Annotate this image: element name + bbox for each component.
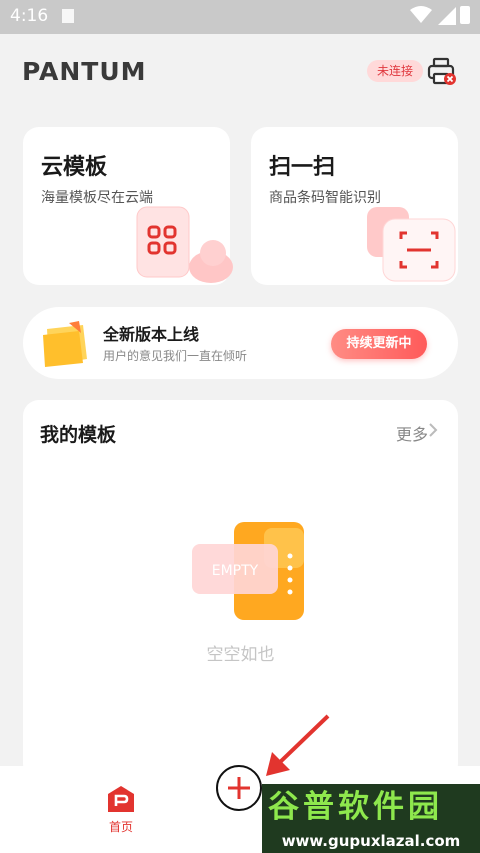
update-status-button[interactable]: 持续更新中 [331,329,427,359]
tab-home[interactable]: 首页 [100,784,142,836]
empty-illustration: EMPTY [192,522,304,620]
wifi-icon [410,6,432,23]
empty-badge-text: EMPTY [212,563,259,579]
scan-subtitle: 商品条码智能识别 [269,190,381,206]
notification-icon [62,9,74,23]
cloud-template-subtitle: 海量模板尽在云端 [41,190,153,206]
banner-title: 全新版本上线 [103,325,200,344]
plus-icon [228,777,250,799]
home-icon [108,786,134,812]
cloud-template-card[interactable]: 云模板 海量模板尽在云端 [23,127,233,285]
watermark: 谷普软件园 www.gupuxlazal.com [262,784,480,853]
scan-card[interactable]: 扫一扫 商品条码智能识别 [251,127,458,285]
more-link[interactable]: 更多 [396,421,428,445]
logo-text: PANTUM [22,58,147,84]
status-time: 4:16 [10,6,49,26]
banner-subtitle: 用户的意见我们一直在倾听 [103,349,248,363]
my-templates-section: 我的模板 更多 EMPTY 空空如也 [23,400,458,780]
battery-icon [460,6,470,24]
cloud-template-title: 云模板 [41,155,108,180]
scan-title: 扫一扫 [269,155,336,180]
pantum-logo: PANTUM [22,58,147,84]
grid-icon [136,206,233,283]
empty-state-text: 空空如也 [206,645,275,665]
signal-icon [438,7,456,25]
scan-icon [367,207,456,282]
add-button[interactable] [216,765,262,811]
connection-status-badge[interactable]: 未连接 [367,60,423,82]
watermark-url: www.gupuxlazal.com [262,830,480,853]
my-templates-title: 我的模板 [40,424,117,446]
watermark-title: 谷普软件园 [262,784,480,830]
tab-home-label: 首页 [108,820,133,834]
sticky-note-icon [43,321,87,367]
chevron-right-icon[interactable] [426,422,440,438]
annotation-arrow [266,714,330,776]
status-bar: 4:16 [0,0,480,34]
update-banner[interactable]: 全新版本上线 用户的意见我们一直在倾听 持续更新中 [23,307,458,379]
printer-x-icon[interactable] [427,56,457,86]
